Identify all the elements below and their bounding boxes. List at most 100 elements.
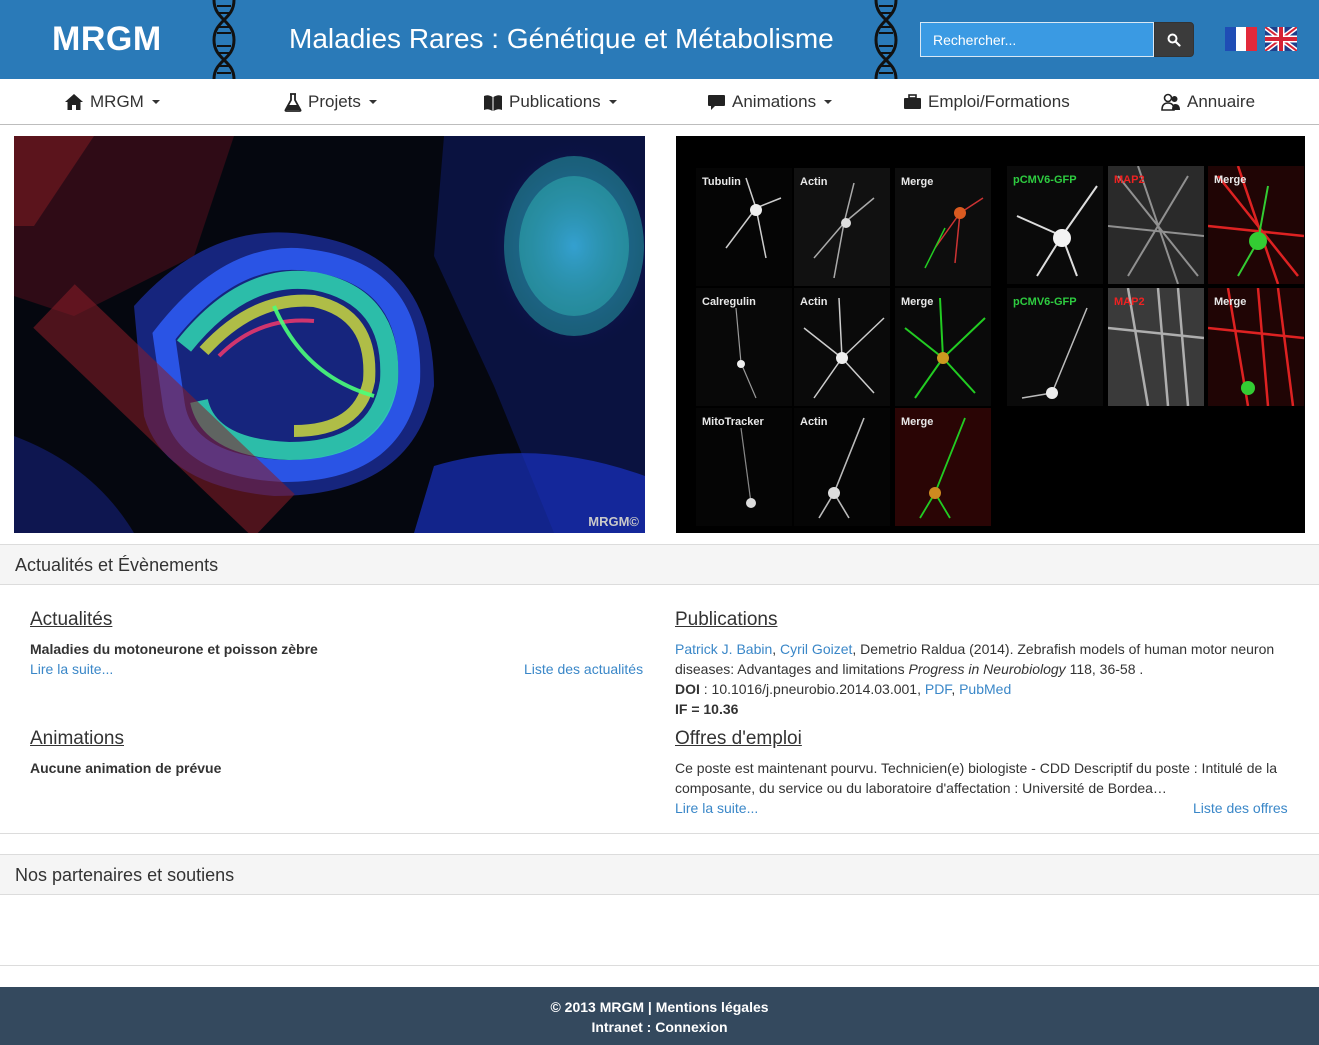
microscopy-cell: Merge [895, 408, 991, 526]
microscopy-cell: Merge [1207, 287, 1305, 407]
doi-value: : 10.1016/j.pneurobio.2014.03.001, [699, 681, 925, 697]
offres-list-link[interactable]: Liste des offres [1193, 800, 1288, 816]
nav-label: Projets [308, 92, 361, 111]
offre-text-line: Ce poste est maintenant pourvu. Technici… [675, 760, 1278, 776]
login-link[interactable]: Connexion [655, 1019, 727, 1035]
main-navigation: MRGM Projets Publications Animations Emp… [0, 79, 1319, 125]
journal-name: Progress in Neurobiology [908, 661, 1066, 677]
copyright-text: © 2013 MRGM | [550, 999, 656, 1015]
caret-down-icon [608, 100, 617, 104]
nav-label: Emploi/Formations [928, 92, 1070, 111]
publication-authors-line: Patrick J. Babin, Cyril Goizet, Demetrio… [675, 639, 1274, 659]
site-footer: © 2013 MRGM | Mentions légales Intranet … [0, 987, 1319, 1045]
nav-label: Animations [732, 92, 817, 111]
nav-item-publications[interactable]: Publications [483, 92, 617, 112]
nav-label: Annuaire [1187, 92, 1256, 111]
nav-item-annuaire[interactable]: Annuaire [1161, 92, 1255, 112]
comment-icon [708, 94, 725, 110]
search-button[interactable] [1154, 22, 1194, 57]
footer-line-intranet: Intranet : Connexion [0, 1019, 1319, 1035]
search-input[interactable] [920, 22, 1154, 57]
cochlea-fluorescence-image [14, 136, 645, 533]
microscopy-cell: Actin [794, 168, 890, 286]
publication-journal-line: diseases: Advantages and limitations Pro… [675, 659, 1143, 679]
nav-item-animations[interactable]: Animations [707, 92, 833, 112]
cell-label: MAP2 [1114, 174, 1145, 186]
caret-down-icon [151, 100, 160, 104]
cell-label: pCMV6-GFP [1013, 296, 1077, 308]
impact-factor: IF = 10.36 [675, 701, 739, 717]
legal-link[interactable]: Mentions légales [656, 999, 769, 1015]
nav-item-mrgm[interactable]: MRGM [64, 92, 160, 112]
pdf-link[interactable]: PDF [925, 681, 951, 697]
microscopy-cell: Tubulin [696, 168, 792, 286]
book-icon [484, 94, 502, 111]
microscopy-cell: pCMV6-GFP [1007, 166, 1103, 284]
site-title: Maladies Rares : Génétique et Métabolism… [289, 23, 834, 54]
offres-title[interactable]: Offres d'emploi [675, 728, 802, 750]
actualites-title[interactable]: Actualités [30, 609, 112, 631]
publication-doi-line: DOI : 10.1016/j.pneurobio.2014.03.001, P… [675, 679, 1011, 699]
uk-flag-icon[interactable] [1265, 27, 1297, 51]
microscopy-cell: MAP2 [1107, 165, 1205, 285]
french-flag-icon[interactable] [1225, 27, 1257, 51]
animations-title[interactable]: Animations [30, 728, 124, 750]
intranet-label: Intranet : [591, 1019, 656, 1035]
users-icon [1161, 93, 1180, 111]
divider [0, 833, 1319, 834]
site-header: MRGM Maladies Rares : Génétique et Métab… [0, 0, 1319, 79]
publications-title[interactable]: Publications [675, 609, 777, 631]
separator: , [772, 641, 777, 657]
microscopy-cell: MAP2 [1107, 287, 1205, 407]
microscopy-cell: Merge [895, 288, 991, 406]
doi-label: DOI [675, 681, 700, 697]
microscopy-cell: Actin [794, 288, 890, 406]
briefcase-icon [904, 94, 921, 109]
caret-down-icon [368, 100, 377, 104]
offre-text-line: composante, du service ou du laboratoire… [675, 780, 1167, 796]
microscopy-cell: Actin [794, 408, 890, 526]
news-list-link[interactable]: Liste des actualités [524, 661, 643, 677]
citation-text: , Demetrio Raldua (2014). Zebrafish mode… [852, 641, 1275, 657]
cell-label: Actin [800, 176, 828, 188]
offre-read-more-link[interactable]: Lire la suite... [675, 800, 758, 816]
search-icon [1167, 33, 1181, 47]
brand-logo[interactable]: MRGM [52, 20, 162, 59]
cell-label: Merge [901, 416, 934, 428]
partners-panel-heading: Nos partenaires et soutiens [0, 854, 1319, 895]
cell-label: Calregulin [702, 296, 756, 308]
microscopy-cell: pCMV6-GFP [1007, 288, 1103, 406]
cell-label: pCMV6-GFP [1013, 174, 1077, 186]
cell-label: Merge [1214, 174, 1247, 186]
author-link[interactable]: Patrick J. Babin [675, 641, 772, 657]
hero-image-cochlea: MRGM© [14, 136, 645, 533]
nav-label: Publications [509, 92, 601, 111]
news-panel-heading: Actualités et Évènements [0, 544, 1319, 585]
news-item-title: Maladies du motoneurone et poisson zèbre [30, 641, 318, 657]
news-read-more-link[interactable]: Lire la suite... [30, 661, 113, 677]
panel-title: Actualités et Évènements [15, 555, 219, 575]
nav-item-emploi[interactable]: Emploi/Formations [903, 92, 1070, 112]
cell-label: Merge [901, 296, 934, 308]
citation-text: diseases: Advantages and limitations [675, 661, 909, 677]
image-watermark: MRGM© [588, 514, 639, 529]
hero-image-neurons: Tubulin Actin Merge pCMV6-GFP MAP2 Merge… [676, 136, 1305, 533]
dna-icon [874, 0, 898, 79]
caret-down-icon [824, 100, 833, 104]
citation-text: 118, 36-58 . [1065, 661, 1144, 677]
microscopy-cell: Merge [895, 168, 991, 286]
cell-label: Actin [800, 416, 828, 428]
divider [0, 965, 1319, 966]
nav-item-projets[interactable]: Projets [284, 92, 377, 112]
microscopy-cell: MitoTracker [696, 408, 792, 526]
pubmed-link[interactable]: PubMed [959, 681, 1011, 697]
animations-empty-text: Aucune animation de prévue [30, 760, 222, 776]
cell-label: Merge [1214, 296, 1247, 308]
author-link[interactable]: Cyril Goizet [780, 641, 852, 657]
cell-label: Merge [901, 176, 934, 188]
home-icon [65, 94, 83, 110]
cell-label: Actin [800, 296, 828, 308]
cell-label: Tubulin [702, 176, 741, 188]
flask-icon [284, 92, 302, 112]
panel-title: Nos partenaires et soutiens [15, 865, 235, 885]
